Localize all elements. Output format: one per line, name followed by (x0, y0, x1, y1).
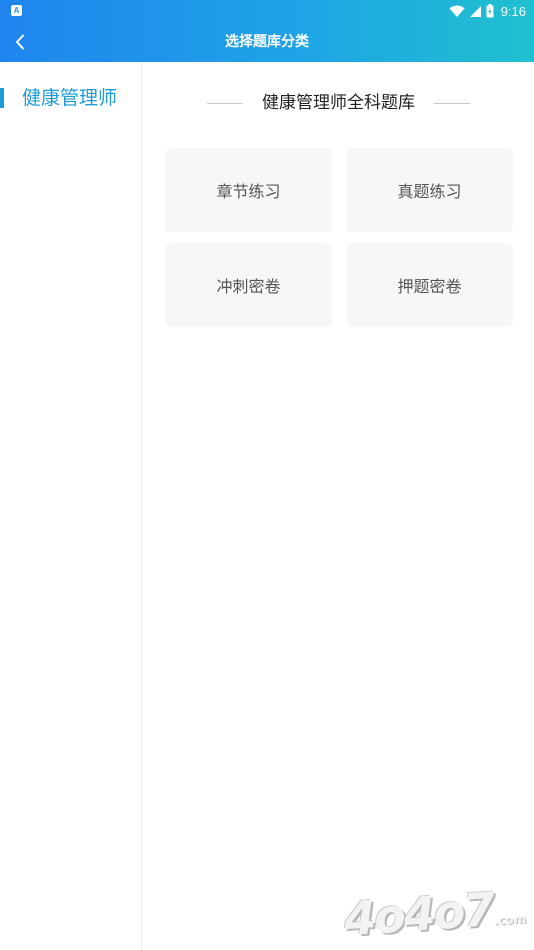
app-notification-icon: A (11, 5, 22, 16)
app-header: A 9:16 选择题库分类 (0, 0, 534, 62)
watermark-suffix: .com (493, 911, 528, 928)
section-header: 健康管理师全科题库 (143, 90, 534, 116)
watermark-text: 4o4o7 (342, 881, 496, 947)
predicted-paper-button[interactable]: 押题密卷 (346, 243, 513, 327)
main-content: 健康管理师全科题库 章节练习 真题练习 冲刺密卷 押题密卷 (143, 62, 534, 950)
category-sidebar: 健康管理师 (0, 62, 142, 950)
page-title: 选择题库分类 (225, 34, 309, 50)
chapter-practice-button[interactable]: 章节练习 (165, 148, 332, 232)
card-label: 押题密卷 (397, 277, 462, 296)
card-label: 真题练习 (397, 182, 462, 201)
battery-icon (486, 4, 494, 18)
divider-right (434, 103, 470, 104)
sprint-paper-button[interactable]: 冲刺密卷 (165, 243, 332, 327)
title-bar: 选择题库分类 (0, 22, 534, 62)
status-indicators: 9:16 (449, 3, 526, 19)
status-time: 9:16 (500, 3, 526, 19)
card-label: 冲刺密卷 (216, 277, 281, 296)
divider-left (207, 103, 243, 104)
sidebar-item-health-manager[interactable]: 健康管理师 (0, 82, 141, 114)
wifi-icon (449, 5, 465, 17)
signal-icon (469, 5, 481, 17)
section-title: 健康管理师全科题库 (262, 93, 415, 113)
status-bar: A 9:16 (0, 0, 534, 22)
past-exam-practice-button[interactable]: 真题练习 (346, 148, 513, 232)
card-label: 章节练习 (216, 182, 281, 201)
sidebar-item-label: 健康管理师 (22, 87, 118, 109)
active-indicator (0, 88, 4, 108)
